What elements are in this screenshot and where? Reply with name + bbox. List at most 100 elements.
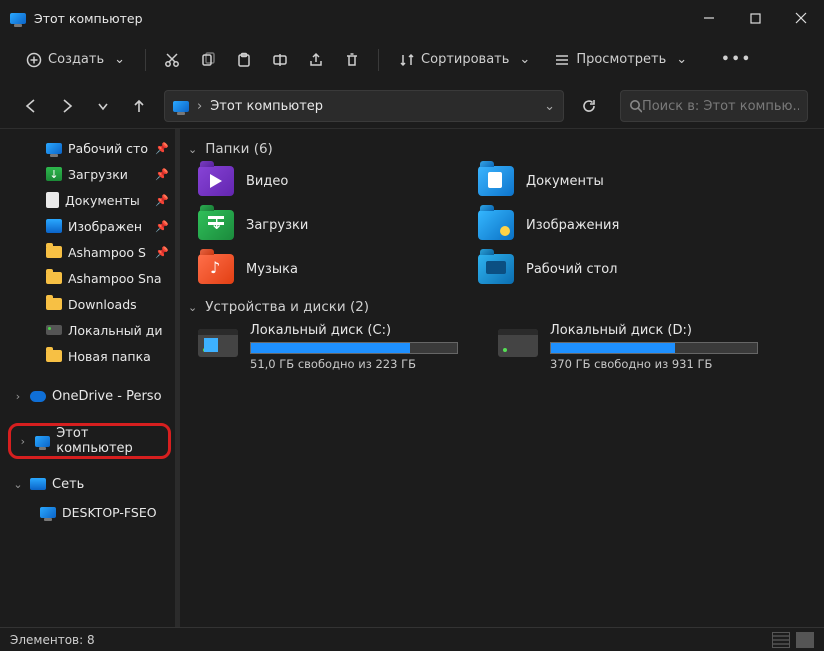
sidebar-this-pc[interactable]: › Этот компьютер [13, 428, 166, 454]
sidebar-quick-item[interactable]: Downloads [0, 291, 175, 317]
sidebar-item-label: Рабочий сто [68, 141, 148, 156]
sidebar-quick-item[interactable]: Ashampoo S 📌 [0, 239, 175, 265]
group-folders[interactable]: ⌄ Папки (6) [188, 141, 812, 157]
chevron-down-icon: ⌄ [12, 478, 24, 491]
delete-button[interactable] [336, 46, 368, 74]
sidebar-item-label: Ashampoo Sna [68, 271, 162, 286]
view-button-label: Просмотреть [576, 52, 666, 67]
doc-icon [46, 192, 59, 208]
forward-button[interactable] [52, 91, 82, 121]
down-folder-icon: ↓ [198, 210, 234, 240]
folder-item[interactable]: Изображения [478, 209, 718, 241]
more-button[interactable]: ••• [713, 46, 760, 73]
pics-folder-icon [478, 210, 514, 240]
up-button[interactable] [124, 91, 154, 121]
rename-button[interactable] [264, 46, 296, 74]
refresh-button[interactable] [574, 91, 604, 121]
drive-name: Локальный диск (C:) [250, 323, 458, 338]
drive-item[interactable]: Локальный диск (D:) 370 ГБ свободно из 9… [498, 323, 758, 371]
sidebar-network[interactable]: ⌄ Сеть [0, 469, 175, 499]
chevron-right-icon: › [17, 435, 29, 448]
folder-item[interactable]: Документы [478, 165, 718, 197]
tiles-view-button[interactable] [796, 632, 814, 648]
sidebar-quick-item[interactable]: Рабочий сто 📌 [0, 135, 175, 161]
sidebar-quick-item[interactable]: Локальный ди [0, 317, 175, 343]
computer-icon [40, 507, 56, 518]
folder-icon [46, 350, 62, 362]
address-bar[interactable]: › Этот компьютер ⌄ [164, 90, 564, 122]
copy-button[interactable] [192, 46, 224, 74]
status-bar: Элементов: 8 [0, 627, 824, 651]
thispc-icon [10, 13, 26, 24]
status-text: Элементов: 8 [10, 633, 95, 647]
network-icon [30, 478, 46, 490]
sidebar-item-label: Ashampoo S [68, 245, 146, 260]
sidebar: Рабочий сто 📌↓ Загрузки 📌 Документы 📌 Из… [0, 129, 175, 627]
search-box[interactable] [620, 90, 808, 122]
monitor-icon [46, 143, 62, 154]
pin-icon: 📌 [155, 246, 169, 259]
cloud-icon [30, 391, 46, 402]
folder-item[interactable]: Музыка [198, 253, 438, 285]
pin-icon: 📌 [155, 220, 169, 233]
drive-free-text: 370 ГБ свободно из 931 ГБ [550, 357, 758, 371]
chevron-down-icon[interactable]: ⌄ [544, 99, 555, 114]
breadcrumb-location[interactable]: Этот компьютер [210, 99, 323, 114]
sidebar-item-label: Изображен [68, 219, 142, 234]
sidebar-item-label: Загрузки [68, 167, 128, 182]
share-button[interactable] [300, 46, 332, 74]
sidebar-quick-item[interactable]: Изображен 📌 [0, 213, 175, 239]
folder-icon [46, 272, 62, 284]
main-pane: ⌄ Папки (6) Видео Документы ↓ Загрузки Из… [180, 129, 824, 627]
sidebar-item-label: Локальный ди [68, 323, 163, 338]
view-button[interactable]: Просмотреть ⌄ [544, 46, 697, 74]
sidebar-onedrive[interactable]: › OneDrive - Perso [0, 381, 175, 411]
pin-icon: 📌 [155, 168, 169, 181]
folder-item[interactable]: Видео [198, 165, 438, 197]
chevron-down-icon: ⌄ [676, 52, 687, 67]
folder-icon [46, 298, 62, 310]
recent-button[interactable] [88, 91, 118, 121]
breadcrumb-separator: › [197, 99, 202, 114]
sidebar-quick-item[interactable]: Документы 📌 [0, 187, 175, 213]
folder-label: Рабочий стол [526, 262, 617, 277]
sidebar-item-label: Новая папка [68, 349, 151, 364]
search-input[interactable] [642, 99, 799, 114]
video-folder-icon [198, 166, 234, 196]
folder-icon [46, 246, 62, 258]
back-button[interactable] [16, 91, 46, 121]
drive-item[interactable]: Локальный диск (C:) 51,0 ГБ свободно из … [198, 323, 458, 371]
sort-button-label: Сортировать [421, 52, 509, 67]
folder-label: Загрузки [246, 218, 308, 233]
new-button[interactable]: Создать ⌄ [16, 46, 135, 74]
sidebar-quick-item[interactable]: ↓ Загрузки 📌 [0, 161, 175, 187]
drive-free-text: 51,0 ГБ свободно из 223 ГБ [250, 357, 458, 371]
pic-icon [46, 219, 62, 233]
new-button-label: Создать [48, 52, 104, 67]
paste-button[interactable] [228, 46, 260, 74]
group-header-label: Папки (6) [205, 141, 273, 157]
close-button[interactable] [778, 0, 824, 36]
highlight-annotation: › Этот компьютер [8, 423, 171, 459]
sidebar-item-label: DESKTOP-FSEO [62, 505, 157, 520]
downloads-icon: ↓ [46, 167, 62, 181]
maximize-button[interactable] [732, 0, 778, 36]
chevron-right-icon: › [12, 390, 24, 403]
body: Рабочий сто 📌↓ Загрузки 📌 Документы 📌 Из… [0, 128, 824, 627]
search-icon [629, 99, 642, 113]
explorer-window: Этот компьютер Создать ⌄ Сортировать ⌄ [0, 0, 824, 651]
window-title: Этот компьютер [34, 11, 143, 26]
cut-button[interactable] [156, 46, 188, 74]
details-view-button[interactable] [772, 632, 790, 648]
sort-button[interactable]: Сортировать ⌄ [389, 46, 540, 74]
group-header-label: Устройства и диски (2) [205, 299, 369, 315]
sidebar-network-child[interactable]: DESKTOP-FSEO [0, 499, 175, 525]
sidebar-quick-item[interactable]: Новая папка [0, 343, 175, 369]
folder-item[interactable]: ↓ Загрузки [198, 209, 438, 241]
sidebar-quick-item[interactable]: Ashampoo Sna [0, 265, 175, 291]
thispc-icon [35, 436, 51, 447]
music-folder-icon [198, 254, 234, 284]
minimize-button[interactable] [686, 0, 732, 36]
group-drives[interactable]: ⌄ Устройства и диски (2) [188, 299, 812, 315]
folder-item[interactable]: Рабочий стол [478, 253, 718, 285]
